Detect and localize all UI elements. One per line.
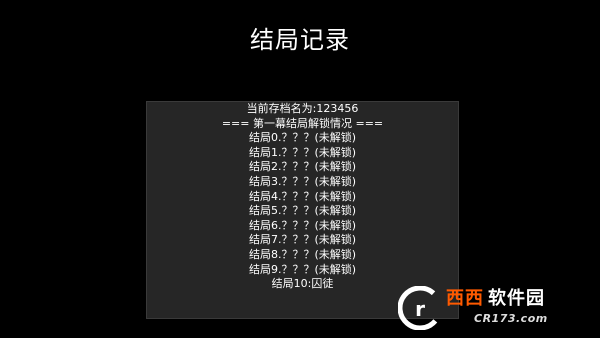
ending-line-5: 结局5.？？？(未解锁)	[248, 204, 357, 218]
ending-line-6: 结局6.？？？(未解锁)	[248, 218, 357, 232]
ending-line-8: 结局8.？？？(未解锁)	[248, 247, 357, 261]
ending-line-4: 结局4.？？？(未解锁)	[248, 189, 357, 203]
watermark-domain: CR173.com	[474, 312, 548, 325]
page-title: 结局记录	[250, 26, 350, 54]
ending-line-9: 结局9.？？？(未解锁)	[248, 262, 357, 276]
save-name-line: 当前存档名为:123456	[246, 102, 359, 115]
section-header: === 第一幕结局解锁情况 ===	[221, 116, 384, 130]
site-watermark: r 西西 软件园 CR173.com	[398, 284, 580, 332]
watermark-accent-text: 西西	[446, 288, 484, 309]
ending-line-0: 结局0.？？？(未解锁)	[248, 131, 357, 145]
ending-records-screen: 结局记录 当前存档名为:123456 === 第一幕结局解锁情况 === 结局0…	[0, 0, 600, 338]
watermark-logo-icon: r	[398, 286, 442, 330]
svg-text:r: r	[415, 297, 425, 321]
watermark-main-text: 软件园	[488, 288, 545, 309]
ending-line-2: 结局2.？？？(未解锁)	[248, 160, 357, 174]
ending-line-7: 结局7.？？？(未解锁)	[248, 233, 357, 247]
record-list: 当前存档名为:123456 === 第一幕结局解锁情况 === 结局0.？？？(…	[147, 102, 458, 292]
ending-line-3: 结局3.？？？(未解锁)	[248, 174, 357, 188]
ending-line-1: 结局1.？？？(未解锁)	[248, 145, 357, 159]
